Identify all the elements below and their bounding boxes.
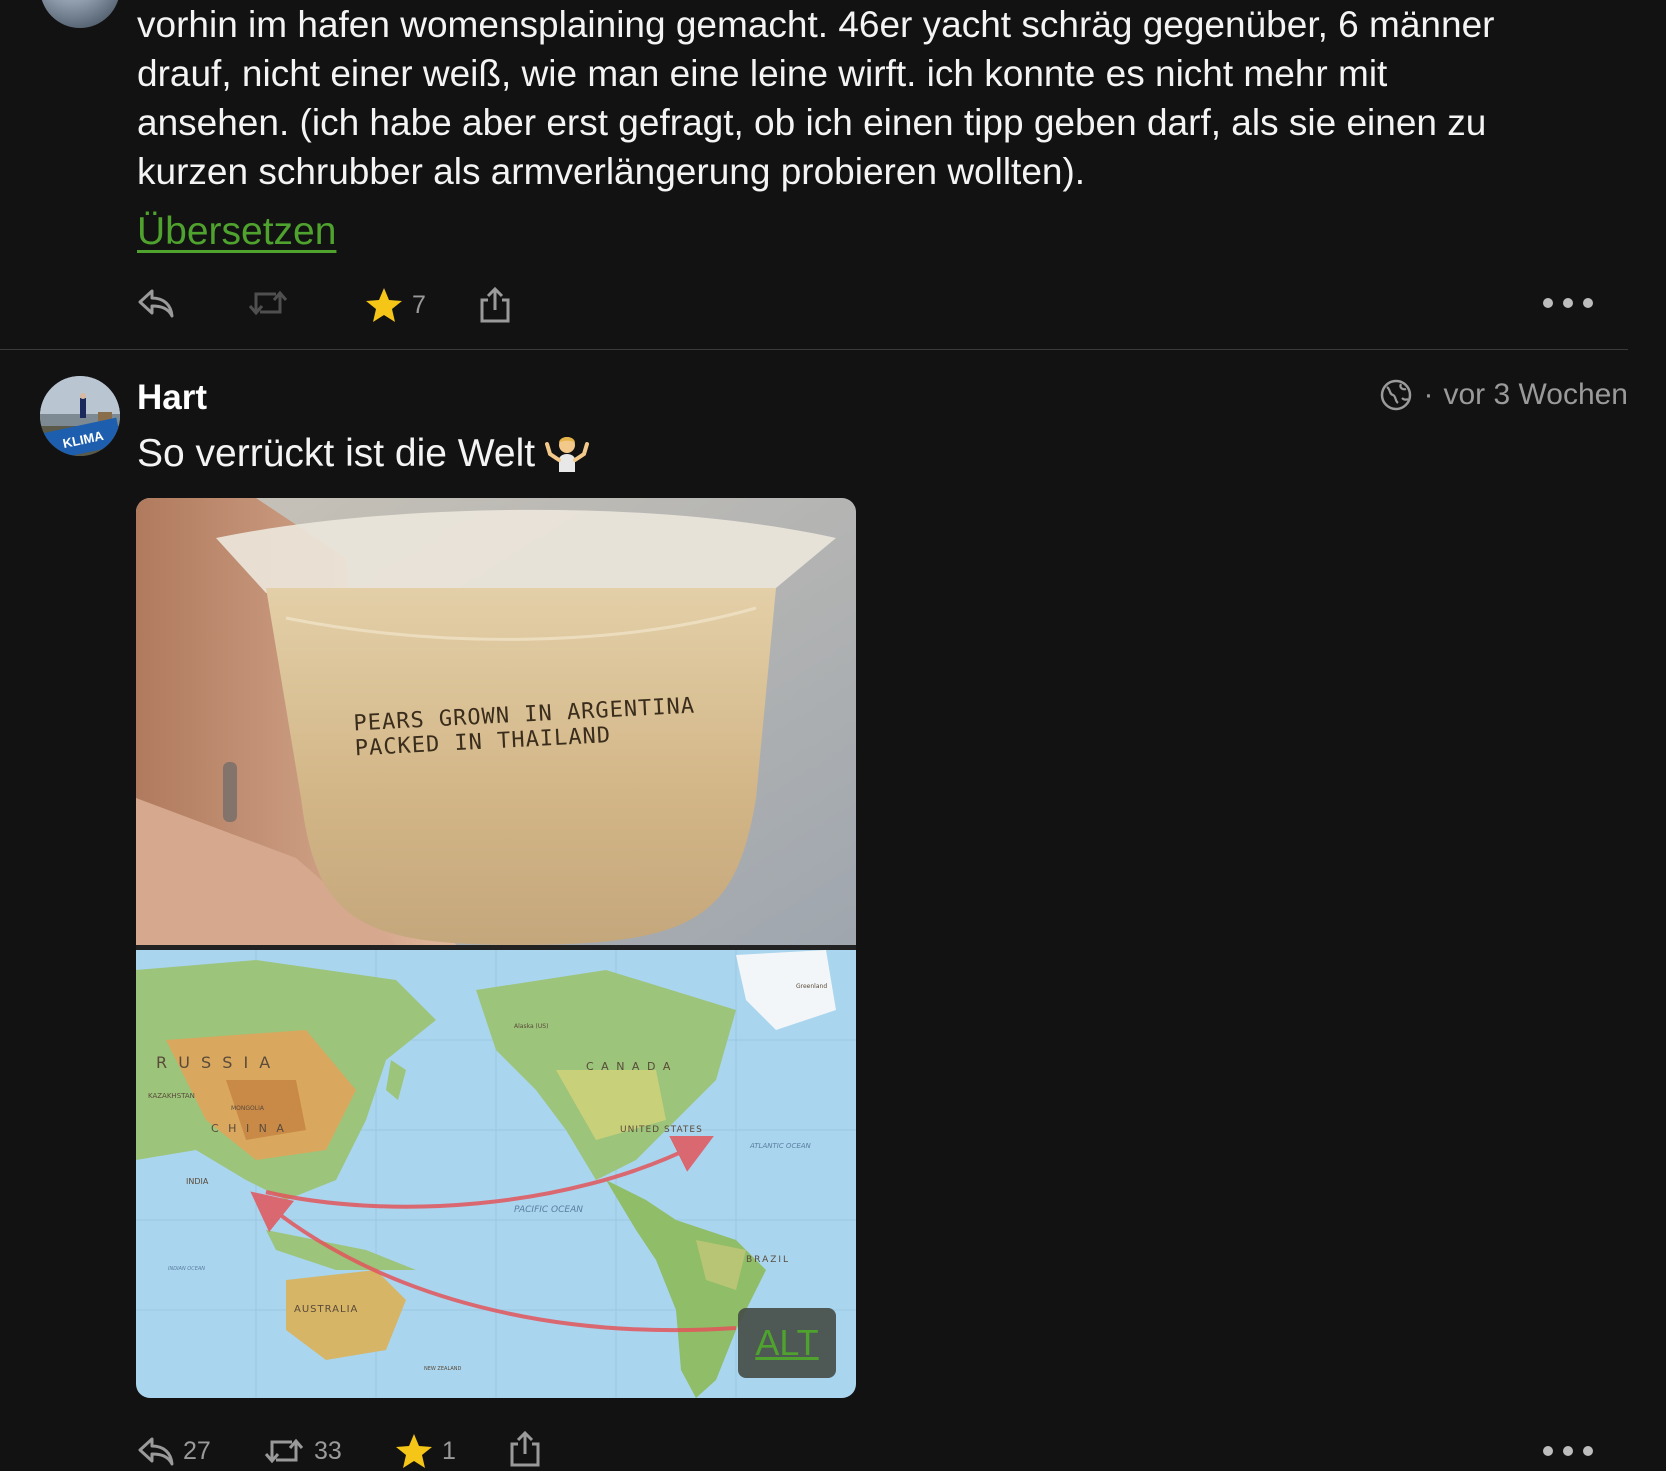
map-label-kazakhstan: KAZAKHSTAN bbox=[148, 1092, 195, 1100]
share-icon bbox=[510, 1430, 540, 1467]
share-button[interactable] bbox=[478, 286, 512, 324]
map-label-alaska: Alaska (US) bbox=[514, 1023, 548, 1030]
star-icon bbox=[396, 1434, 432, 1468]
more-icon bbox=[1543, 298, 1593, 308]
share-button[interactable] bbox=[508, 1430, 542, 1468]
map-label-russia: R U S S I A bbox=[156, 1053, 273, 1072]
star-icon bbox=[366, 288, 402, 322]
globe-icon bbox=[1381, 379, 1412, 411]
reply-button[interactable]: 27 bbox=[137, 1434, 211, 1468]
reply-button[interactable] bbox=[137, 286, 175, 320]
favourite-button[interactable]: 1 bbox=[394, 1432, 456, 1470]
map-label-pacific: PACIFIC OCEAN bbox=[514, 1205, 583, 1215]
avatar[interactable] bbox=[40, 0, 120, 28]
more-icon bbox=[1543, 1446, 1593, 1456]
reply-count: 27 bbox=[183, 1436, 211, 1465]
map-label-usa: UNITED STATES bbox=[620, 1125, 703, 1135]
reply-icon bbox=[138, 1437, 174, 1466]
post-text: So verrückt ist die Welt bbox=[137, 432, 590, 482]
map-label-new-zealand: NEW ZEALAND bbox=[424, 1366, 461, 1372]
map-label-mongolia: MONGOLIA bbox=[231, 1105, 265, 1112]
map-label-india: INDIA bbox=[186, 1177, 209, 1186]
map-label-canada: C A N A D A bbox=[586, 1060, 672, 1073]
favourite-count: 7 bbox=[412, 290, 426, 319]
map-label-atlantic: ATLANTIC OCEAN bbox=[749, 1142, 812, 1150]
post-text: vorhin im hafen womensplaining gemacht. … bbox=[137, 4, 1495, 192]
boost-button[interactable] bbox=[246, 286, 290, 320]
media-attachment[interactable]: PEARS GROWN IN ARGENTINA PACKED IN THAIL… bbox=[136, 498, 856, 1398]
boost-icon bbox=[264, 1438, 304, 1464]
timestamp[interactable]: vor 3 Wochen bbox=[1443, 378, 1628, 412]
pear-cup-photo[interactable]: PEARS GROWN IN ARGENTINA PACKED IN THAIL… bbox=[136, 498, 856, 945]
post-text-content: So verrückt ist die Welt bbox=[137, 432, 536, 475]
map-label-australia: AUSTRALIA bbox=[294, 1304, 358, 1315]
map-label-brazil: BRAZIL bbox=[746, 1255, 790, 1265]
map-label-greenland: Greenland bbox=[796, 983, 827, 990]
post-meta: · vor 3 Wochen bbox=[1379, 378, 1628, 412]
translate-link[interactable]: Übersetzen bbox=[137, 210, 336, 254]
favourite-count: 1 bbox=[442, 1436, 456, 1465]
alt-text-button[interactable]: ALT bbox=[738, 1308, 836, 1378]
author-name[interactable]: Hart bbox=[137, 378, 207, 418]
favourite-button[interactable]: 7 bbox=[364, 286, 426, 324]
boost-count: 33 bbox=[314, 1436, 342, 1465]
reply-icon bbox=[138, 289, 174, 318]
more-options-button[interactable] bbox=[1542, 296, 1594, 315]
avatar[interactable]: KLIMA bbox=[40, 376, 120, 456]
shrug-emoji-icon bbox=[545, 437, 590, 472]
boost-button[interactable]: 33 bbox=[262, 1434, 342, 1468]
shrug-emoji bbox=[545, 432, 590, 482]
map-label-china: C H I N A bbox=[211, 1122, 287, 1135]
share-icon bbox=[480, 286, 510, 323]
boost-icon bbox=[248, 290, 288, 316]
map-label-indian-ocean: INDIAN OCEAN bbox=[168, 1266, 205, 1272]
post-divider bbox=[0, 349, 1628, 350]
meta-separator: · bbox=[1423, 378, 1434, 411]
more-options-button[interactable] bbox=[1542, 1444, 1594, 1463]
